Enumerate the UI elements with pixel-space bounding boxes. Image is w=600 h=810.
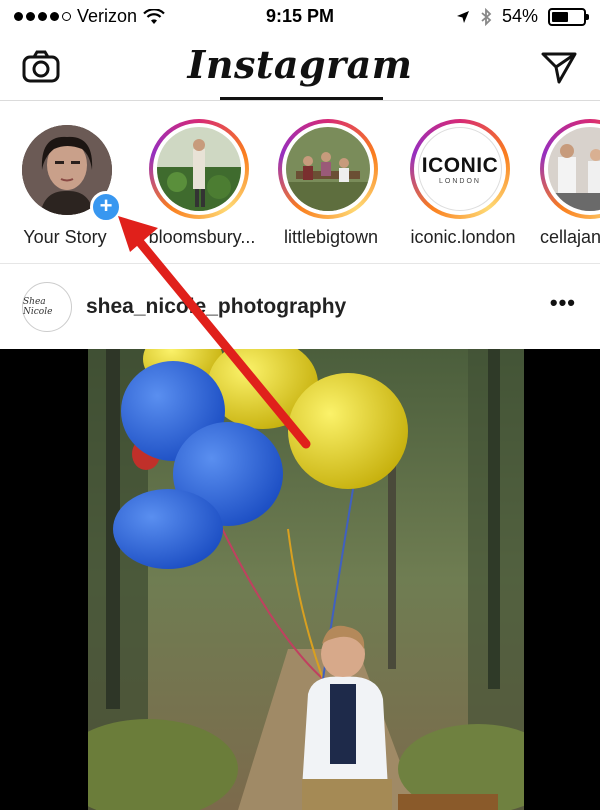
story-label: littlebigtown [283,227,379,247]
iconic-logo-subtext: LONDON [439,177,481,185]
story-ring: ICONIC LONDON [410,119,510,219]
post-avatar[interactable]: Shea Nicole [22,282,72,332]
stories-tray[interactable]: + Your Story bloomsbury... littlebigtown… [0,101,600,264]
story-littlebigtown[interactable]: littlebigtown [266,119,386,259]
carrier-group: Verizon [14,6,165,27]
carrier-name: Verizon [77,6,138,26]
story-iconic-london[interactable]: ICONIC LONDON iconic.london [398,119,518,259]
iconic-logo-text: ICONIC [421,153,499,177]
story-cellajan[interactable]: cellajan [528,119,600,259]
story-ring [149,119,249,219]
story-label: iconic.london [410,227,516,247]
story-your-story[interactable]: + Your Story [0,119,122,259]
status-right-group: 54% [456,6,589,27]
story-avatar: ICONIC LONDON [418,127,502,211]
post-header: Shea Nicole shea_nicole_photography ••• [0,264,600,349]
location-arrow-icon [456,10,469,23]
story-label: cellajan [540,227,600,247]
instagram-screen: Verizon 9:15 PM 54% Instagram + Your Sto… [0,0,600,810]
more-options-button[interactable]: ••• [550,290,576,316]
app-header: Instagram [0,34,600,101]
story-avatar [157,127,241,211]
story-label: Your Story [23,227,107,247]
battery-percent: 54% [501,6,538,26]
signal-strength-icon [14,12,71,21]
bluetooth-icon [481,7,492,26]
status-bar: Verizon 9:15 PM 54% [0,0,600,34]
app-title: Instagram [187,42,413,87]
add-story-button[interactable]: + [90,191,122,223]
wifi-icon [143,8,165,24]
story-avatar [286,127,370,211]
story-label: bloomsbury... [148,227,256,247]
story-ring [278,119,378,219]
direct-message-icon[interactable] [540,50,578,84]
story-bloomsbury[interactable]: bloomsbury... [137,119,257,259]
post-photo[interactable] [88,349,524,810]
title-underline [220,97,383,100]
post-username[interactable]: shea_nicole_photography [86,295,346,319]
story-ring [540,119,600,219]
battery-icon [548,7,589,26]
